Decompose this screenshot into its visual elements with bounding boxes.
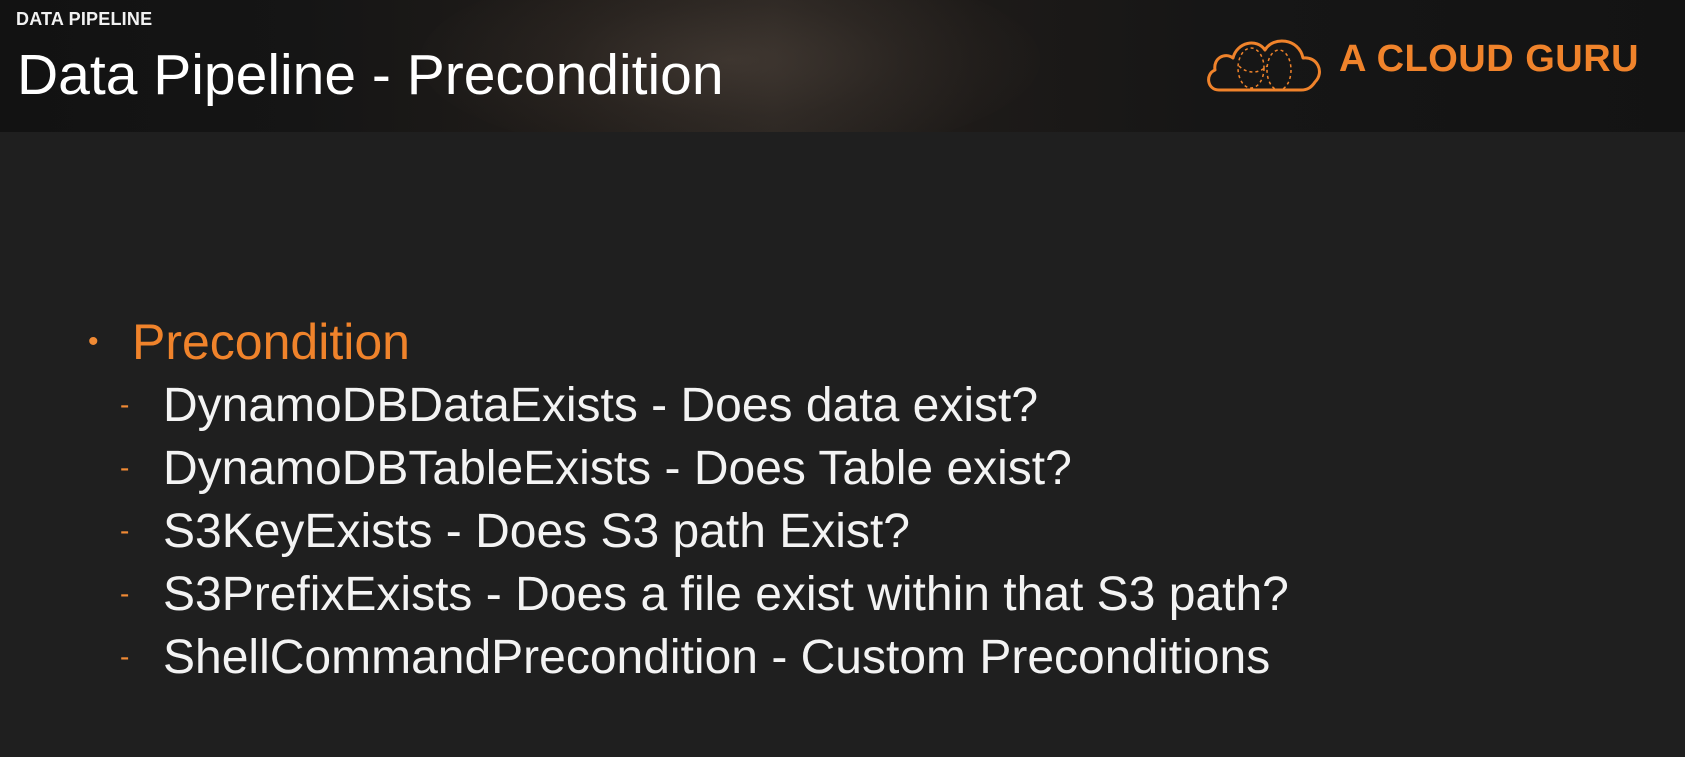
list-item-text: S3PrefixExists - Does a file exist withi… xyxy=(163,567,1289,621)
dash-marker: - xyxy=(120,389,130,420)
list-item-text: ShellCommandPrecondition - Custom Precon… xyxy=(163,630,1271,684)
dash-marker: - xyxy=(120,515,130,546)
list-item-text: DynamoDBDataExists - Does data exist? xyxy=(163,378,1039,432)
heading-text: Precondition xyxy=(132,314,410,370)
slide: DATA PIPELINE Data Pipeline - Preconditi… xyxy=(0,0,1685,757)
list-item: - DynamoDBDataExists - Does data exist? xyxy=(120,375,1038,435)
list-item: - ShellCommandPrecondition - Custom Prec… xyxy=(120,627,1270,687)
slide-content: • Precondition - DynamoDBDataExists - Do… xyxy=(0,0,1685,757)
list-item: - DynamoDBTableExists - Does Table exist… xyxy=(120,438,1072,498)
heading-bullet-item: • Precondition xyxy=(88,312,410,372)
dash-marker: - xyxy=(120,578,130,609)
list-item: - S3PrefixExists - Does a file exist wit… xyxy=(120,564,1289,624)
bullet-marker: • xyxy=(88,325,99,358)
list-item: - S3KeyExists - Does S3 path Exist? xyxy=(120,501,910,561)
list-item-text: S3KeyExists - Does S3 path Exist? xyxy=(163,504,910,558)
list-item-text: DynamoDBTableExists - Does Table exist? xyxy=(163,441,1072,495)
dash-marker: - xyxy=(120,641,130,672)
dash-marker: - xyxy=(120,452,130,483)
